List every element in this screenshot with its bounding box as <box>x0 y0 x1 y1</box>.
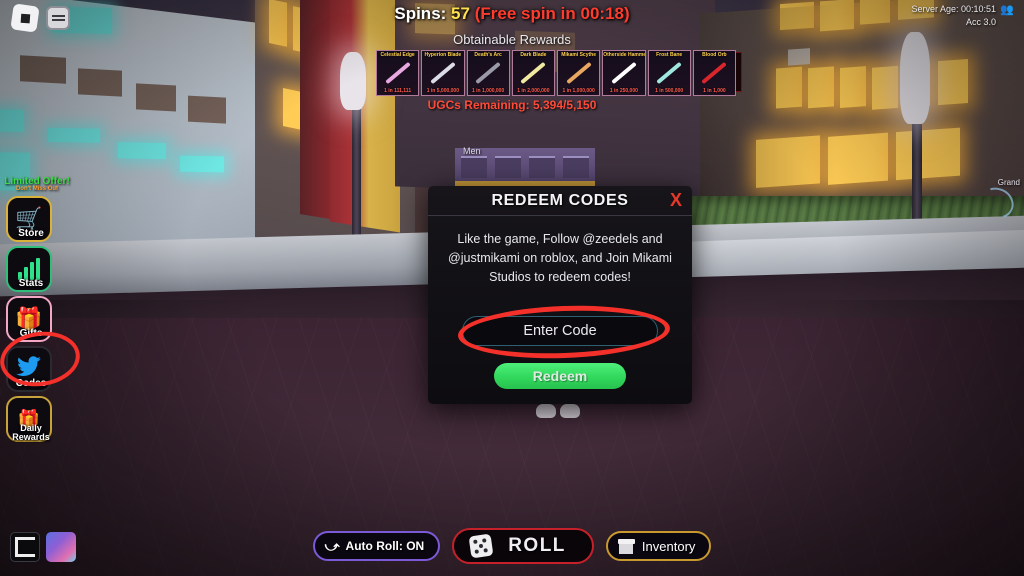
spins-counter: Spins: 57 (Free spin in 00:18) <box>0 4 1024 24</box>
game-screen: CRIMSON 1 in 1,000 Spins: <box>0 0 1024 576</box>
reward-card: Hyperion Blade 1 in 5,000,000 <box>421 50 465 96</box>
reward-card-art <box>656 61 682 85</box>
reward-card-name: Hyperion Blade <box>424 52 462 58</box>
street-lamp-left <box>352 96 361 246</box>
reward-card-name: Otherside Hammer <box>603 52 645 58</box>
reward-card-art <box>701 61 728 85</box>
sidebar-item-daily-rewards[interactable]: 🎁 Daily Rewards <box>6 396 52 442</box>
reward-card: Dark Blade 1 in 2,000,000 <box>511 50 555 96</box>
sidebar-item-gifts[interactable]: 🎁 Gifts <box>6 296 52 342</box>
box-icon <box>617 538 635 554</box>
reward-card-rate: 1 in 1,000,000 <box>562 88 595 94</box>
gift-box-icon: 🎁 <box>15 306 43 331</box>
inventory-button[interactable]: Inventory <box>605 531 712 561</box>
reward-card-art <box>520 61 547 85</box>
modal-description: Like the game, Follow @zeedels and @just… <box>448 232 672 284</box>
curved-arrow-icon: ⤻ <box>324 537 340 554</box>
reward-card-art <box>430 61 456 85</box>
modal-title: REDEEM CODES <box>491 191 629 209</box>
reward-card-name: Celestial Edge <box>380 52 415 58</box>
players-icon: 👥 <box>1000 4 1014 16</box>
server-age: Server Age: 00:10:51 <box>911 4 996 14</box>
reward-card-rate: 1 in 111,111 <box>384 88 412 94</box>
grand-label: Grand <box>997 178 1020 187</box>
roll-label: ROLL <box>508 535 566 556</box>
reward-card-rate: 1 in 1,000,000 <box>472 88 505 94</box>
inventory-label: Inventory <box>641 538 696 554</box>
roll-button[interactable]: ROLL <box>452 528 594 564</box>
spins-label: Spins: <box>394 4 447 23</box>
bar-chart-icon <box>18 258 40 280</box>
sidebar-item-label: Store <box>18 228 44 239</box>
redeem-button[interactable]: Redeem <box>494 363 626 389</box>
left-sidebar: 🛒 Store Stats 🎁 Gifts Codes 🎁 Daily Rewa… <box>6 196 54 446</box>
sidebar-item-label: Codes <box>15 378 47 389</box>
sidebar-item-codes[interactable]: Codes <box>6 346 52 392</box>
accuracy-value: Acc 3.0 <box>965 17 996 27</box>
reward-card: Celestial Edge 1 in 111,111 <box>376 50 420 96</box>
reward-card: Death's Arc 1 in 1,000,000 <box>466 50 510 96</box>
reward-card-list: Celestial Edge 1 in 111,111 Hyperion Blade… <box>376 50 736 96</box>
reward-card: Blood Orb 1 in 1,000 <box>692 50 736 96</box>
reward-card: Mikami Scythe 1 in 1,000,000 <box>557 50 601 96</box>
code-input[interactable]: Enter Code <box>462 316 658 346</box>
reward-card-rate: 1 in 5,000,000 <box>426 88 459 94</box>
reward-card-rate: 1 in 1,000 <box>703 88 726 94</box>
modal-header: REDEEM CODES X <box>428 186 692 216</box>
limited-offer-banner: Limited Offer! Don't Miss Out <box>4 176 70 192</box>
server-info: Server Age: 00:10:51 Acc 3.0 <box>911 3 996 29</box>
free-spin-timer: (Free spin in 00:18) <box>474 4 630 23</box>
obtainable-rewards-label: Obtainable Rewards <box>453 32 571 47</box>
reward-card: Otherside Hammer 1 in 250,000 <box>602 50 646 96</box>
dice-icon <box>468 533 494 559</box>
reward-card-art <box>565 61 592 85</box>
reward-card-rate: 1 in 250,000 <box>609 88 638 94</box>
reward-card-rate: 1 in 2,000,000 <box>517 88 550 94</box>
reward-card-name: Mikami Scythe <box>561 52 596 58</box>
sidebar-item-label: Gifts <box>19 328 43 339</box>
reward-card-name: Frost Bane <box>656 52 683 58</box>
spins-count: 57 <box>451 4 470 23</box>
reward-card-name: Death's Arc <box>474 52 502 58</box>
reward-card-rate: 1 in 500,000 <box>655 88 684 94</box>
sidebar-item-label: Daily Rewards <box>12 423 50 442</box>
sidebar-item-stats[interactable]: Stats <box>6 246 52 292</box>
close-icon[interactable]: X <box>670 189 682 211</box>
bottom-action-bar: ⤻ Auto Roll: ON ROLL Inventory <box>0 528 1024 564</box>
auto-roll-button[interactable]: ⤻ Auto Roll: ON <box>312 531 441 561</box>
reward-card-name: Dark Blade <box>520 52 547 58</box>
reward-card-art <box>611 61 637 85</box>
sidebar-item-label: Stats <box>18 278 44 289</box>
sidebar-item-store[interactable]: 🛒 Store <box>6 196 52 242</box>
men-label: Men <box>463 146 481 156</box>
auto-roll-label: Auto Roll: ON <box>345 539 425 553</box>
ugc-remaining-label: UGCs Remaining: 5,394/5,150 <box>427 98 597 112</box>
reward-card: Frost Bane 1 in 500,000 <box>647 50 691 96</box>
shopping-cart-icon: 🛒 <box>15 206 43 231</box>
reward-card-name: Blood Orb <box>702 52 727 58</box>
reward-card-art <box>475 61 501 85</box>
reward-card-art <box>384 61 411 85</box>
